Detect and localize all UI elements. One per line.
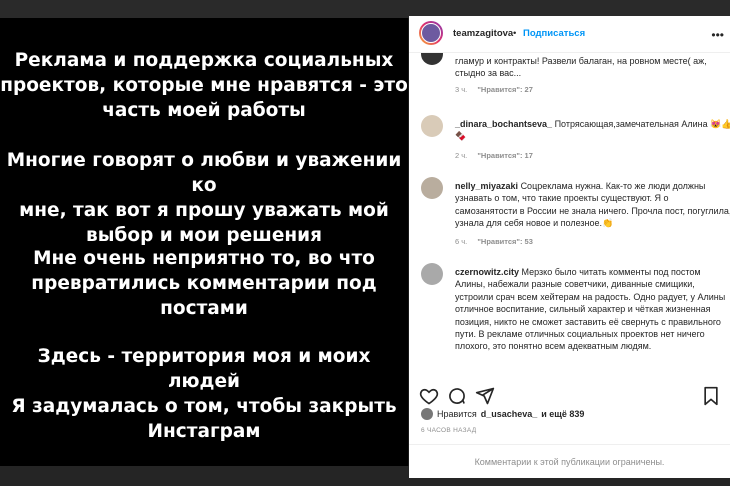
comment-body: nelly_miyazaki Соцреклама нужна. Как-то … (455, 180, 730, 230)
comment-username[interactable]: _dinara_bochantseva_ (455, 119, 552, 129)
comment-meta: 3 ч. "Нравится": 27 (455, 85, 533, 94)
avatar[interactable] (419, 21, 443, 45)
comment-body: _dinara_bochantseva_ Потрясающая,замечат… (455, 118, 730, 143)
comment-meta: 6 ч. "Нравится": 53 (455, 237, 533, 246)
follow-button[interactable]: Подписаться (523, 28, 585, 39)
comment-avatar[interactable] (421, 115, 443, 137)
comment-avatar[interactable] (421, 177, 443, 199)
likes-count[interactable]: и ещё 839 (541, 409, 584, 419)
comment-likes[interactable]: "Нравится": 27 (477, 85, 533, 94)
more-icon[interactable]: ••• (711, 28, 724, 42)
comment-avatar[interactable] (421, 53, 443, 65)
comment-time: 6 ч. (455, 237, 468, 246)
likes-prefix: Нравится (437, 409, 477, 419)
comment-time: 2 ч. (455, 151, 468, 160)
comment-username[interactable]: nelly_miyazaki (455, 181, 518, 191)
comments-list[interactable]: гламур и контракты! Развели балаган, на … (409, 53, 730, 385)
comments-limited-notice: Комментарии к этой публикации ограничены… (409, 444, 730, 479)
comment-text: гламур и контракты! Развели балаган, на … (455, 56, 707, 79)
post-side-panel: teamzagitova • Подписаться ••• гламур и … (409, 16, 730, 478)
comment-body: czernowitz.city Мерзко было читать комме… (455, 266, 730, 353)
share-icon[interactable] (475, 386, 495, 406)
likes-summary: Нравится d_usacheva_ и ещё 839 (421, 408, 584, 420)
post-header: teamzagitova • Подписаться ••• (409, 16, 730, 53)
comment-icon[interactable] (447, 386, 467, 406)
comment-likes[interactable]: "Нравится": 53 (477, 237, 533, 246)
header-username[interactable]: teamzagitova (453, 28, 513, 39)
post-image: Реклама и поддержка социальных проектов,… (0, 18, 408, 478)
post-timestamp: 6 ЧАСОВ НАЗАД (421, 427, 477, 434)
bookmark-icon[interactable] (701, 386, 721, 406)
comment-avatar[interactable] (421, 263, 443, 285)
heart-icon[interactable] (419, 386, 439, 406)
comment-likes[interactable]: "Нравится": 17 (477, 151, 533, 160)
header-separator: • (513, 28, 517, 39)
liker-username[interactable]: d_usacheva_ (481, 409, 538, 419)
comment-username[interactable]: czernowitz.city (455, 267, 519, 277)
post-text-3: Мне очень неприятно то, во что превратил… (31, 248, 377, 319)
post-text-5: Я задумалась о том, чтобы закрыть Инстаг… (11, 396, 397, 442)
liker-avatar[interactable] (421, 408, 433, 420)
comment-text: Мерзко было читать комменты под постом А… (455, 267, 726, 352)
action-bar (409, 386, 730, 410)
post-text-1: Реклама и поддержка социальных проектов,… (0, 50, 408, 121)
post-text-2: Многие говорят о любви и уважении ко мне… (6, 150, 402, 246)
comment-meta: 2 ч. "Нравится": 17 (455, 151, 533, 160)
post-text-4: Здесь - территория моя и моих людей (37, 346, 371, 392)
comment-time: 3 ч. (455, 85, 468, 94)
